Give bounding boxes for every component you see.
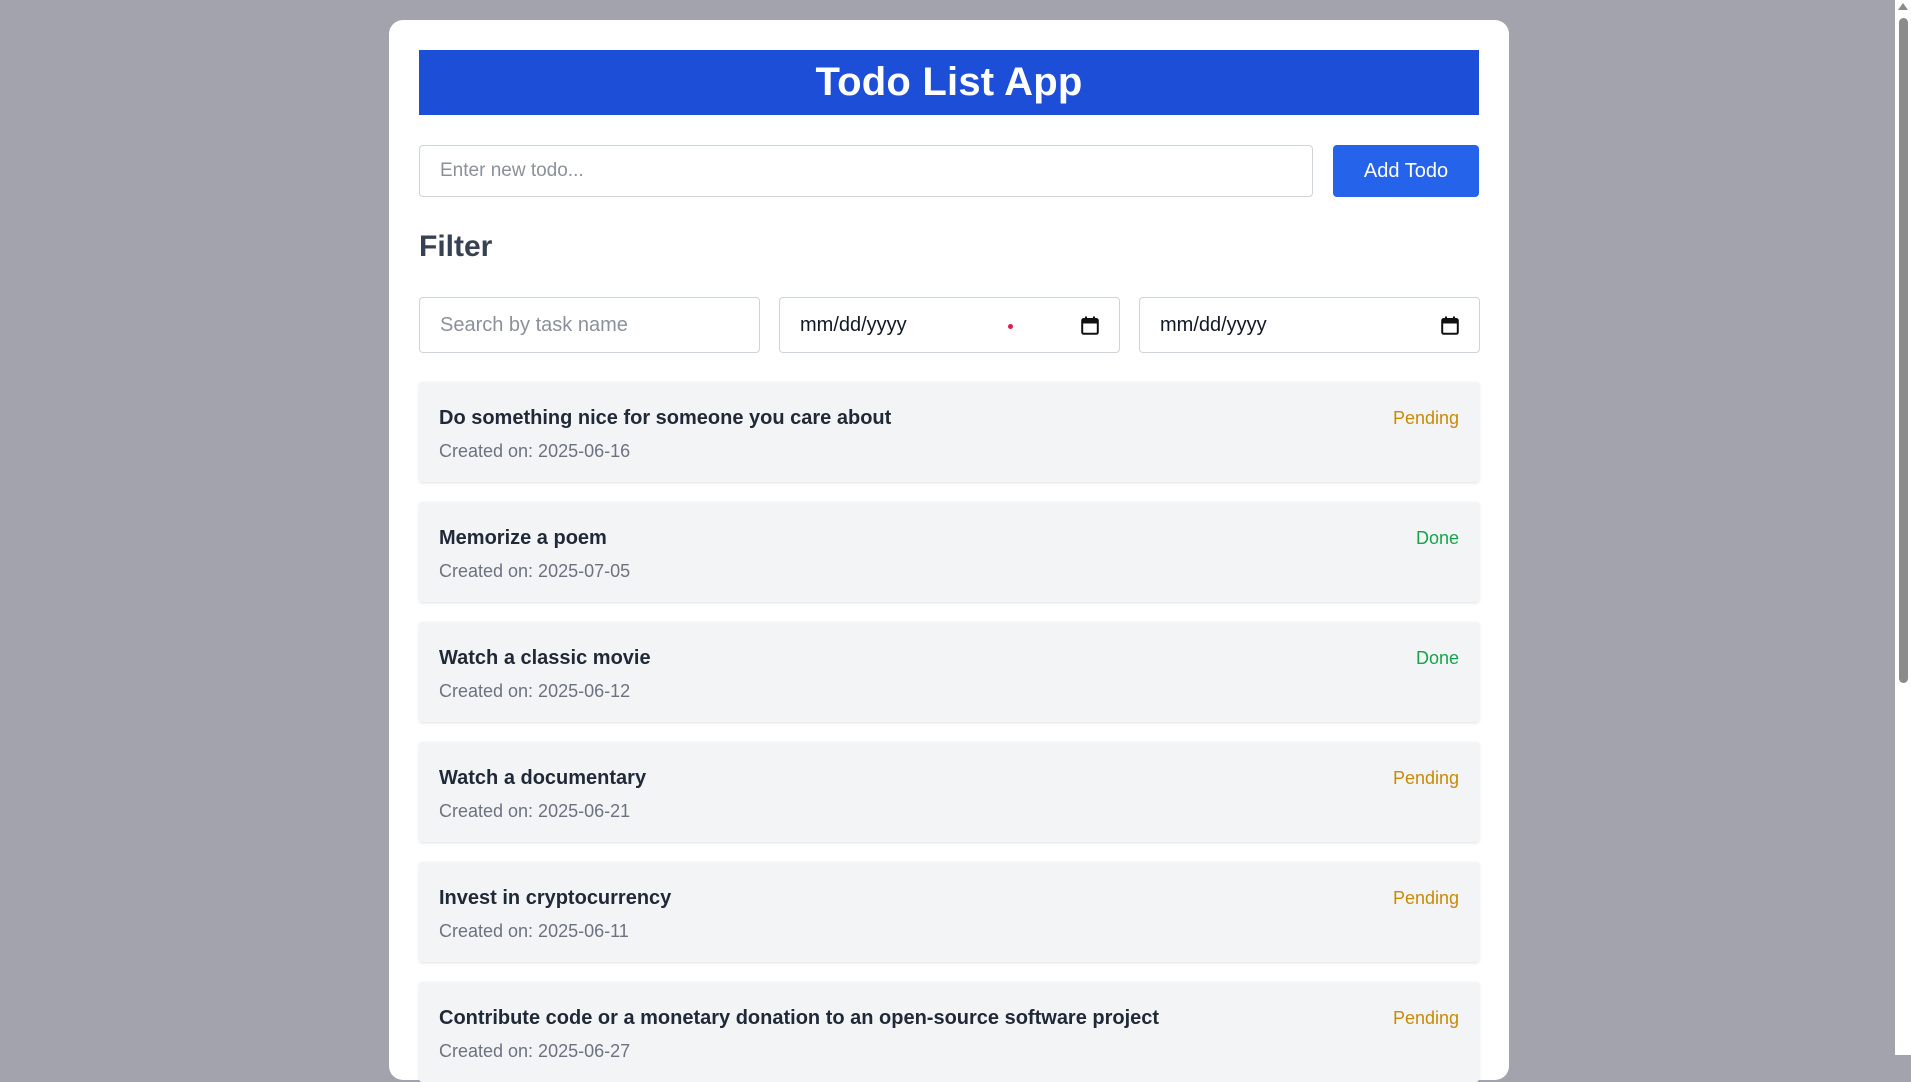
search-input[interactable]: Search by task name <box>419 297 760 353</box>
calendar-icon[interactable] <box>1081 316 1099 335</box>
todo-created-date: Created on: 2025-06-12 <box>439 681 631 701</box>
todo-title: Watch a classic movie <box>439 647 651 669</box>
cursor-dot <box>1008 324 1013 329</box>
todo-status[interactable]: Done <box>1416 528 1459 549</box>
scrollbar-thumb[interactable] <box>1899 18 1908 683</box>
todo-title: Invest in cryptocurrency <box>439 887 672 909</box>
todo-item[interactable]: Memorize a poem Created on: 2025-07-05 D… <box>419 502 1479 602</box>
start-date-input[interactable]: mm/dd/yyyy <box>779 297 1120 353</box>
todo-status[interactable]: Pending <box>1393 888 1459 909</box>
todo-status[interactable]: Done <box>1416 648 1459 669</box>
todo-title: Watch a documentary <box>439 767 647 789</box>
todo-created-date: Created on: 2025-06-27 <box>439 1041 631 1061</box>
end-date-input[interactable]: mm/dd/yyyy <box>1139 297 1480 353</box>
todo-item[interactable]: Invest in cryptocurrency Created on: 202… <box>419 862 1479 962</box>
calendar-icon[interactable] <box>1441 316 1459 335</box>
todo-item[interactable]: Watch a classic movie Created on: 2025-0… <box>419 622 1479 722</box>
new-todo-input[interactable] <box>419 145 1313 197</box>
todo-title: Do something nice for someone you care a… <box>439 407 892 429</box>
search-placeholder: Search by task name <box>440 313 628 336</box>
todo-title: Memorize a poem <box>439 527 607 549</box>
todo-status[interactable]: Pending <box>1393 1008 1459 1029</box>
todo-created-date: Created on: 2025-07-05 <box>439 561 631 581</box>
todo-item[interactable]: Do something nice for someone you care a… <box>419 382 1479 482</box>
start-date-text: mm/dd/yyyy <box>800 313 907 336</box>
todo-created-date: Created on: 2025-06-21 <box>439 801 631 821</box>
filter-heading: Filter <box>419 230 493 263</box>
todo-item[interactable]: Watch a documentary Created on: 2025-06-… <box>419 742 1479 842</box>
todo-item[interactable]: Contribute code or a monetary donation t… <box>419 982 1479 1082</box>
todo-created-date: Created on: 2025-06-11 <box>439 921 629 941</box>
page-scrollbar[interactable] <box>1895 0 1911 1055</box>
add-todo-button[interactable]: Add Todo <box>1333 145 1479 197</box>
todo-status[interactable]: Pending <box>1393 768 1459 789</box>
app-header: Todo List App <box>419 50 1479 115</box>
todo-title: Contribute code or a monetary donation t… <box>439 1007 1160 1029</box>
end-date-text: mm/dd/yyyy <box>1160 313 1267 336</box>
todo-created-date: Created on: 2025-06-16 <box>439 441 631 461</box>
scroll-up-arrow-icon[interactable] <box>1898 3 1908 10</box>
todo-status[interactable]: Pending <box>1393 408 1459 429</box>
todo-card: Todo List App Add Todo Filter Search by … <box>389 20 1509 1082</box>
page-title: Todo List App <box>815 60 1083 104</box>
